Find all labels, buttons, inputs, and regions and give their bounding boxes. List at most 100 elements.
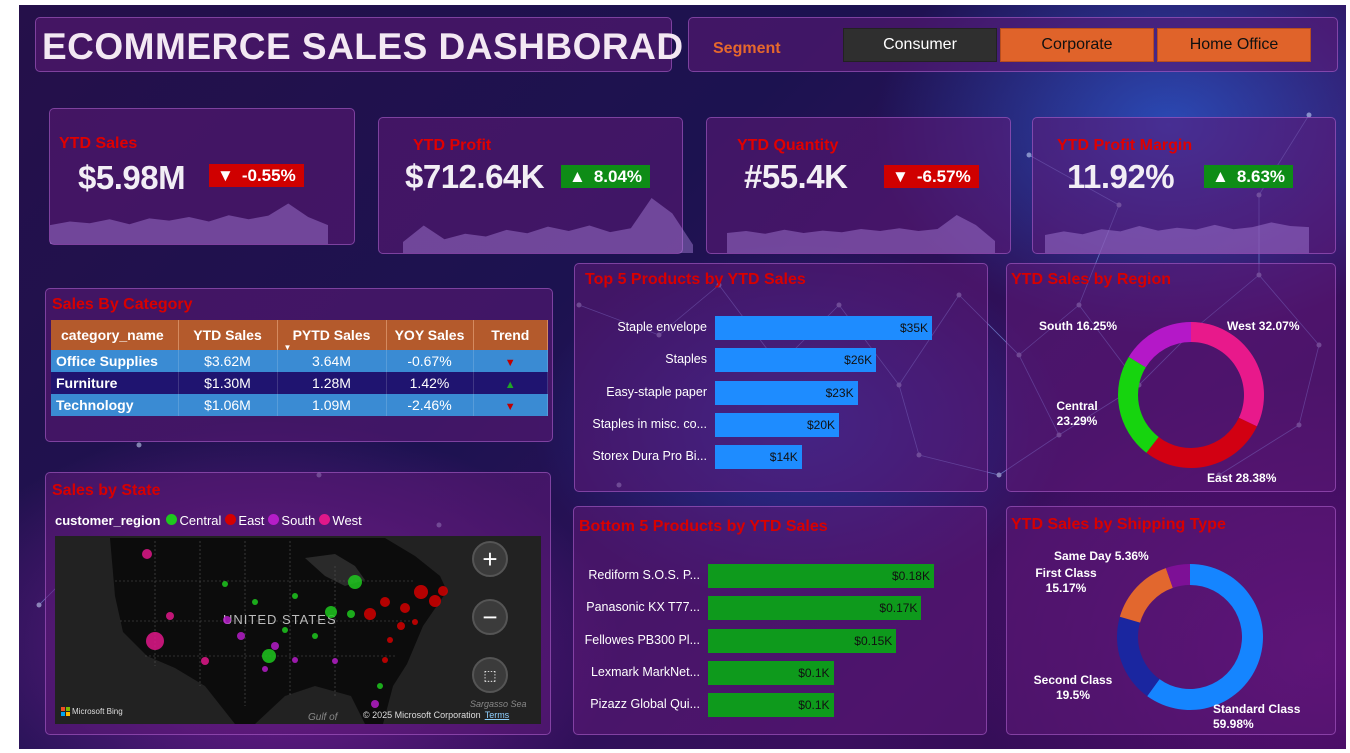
category-table: category_name YTD Sales PYTD Sales ▼ YOY … bbox=[51, 320, 548, 416]
bar-row[interactable]: Pizazz Global Qui... $0.1K bbox=[568, 693, 982, 718]
map-bubble-west[interactable] bbox=[166, 612, 174, 620]
map-bubble-east[interactable] bbox=[412, 619, 418, 625]
microsoft-logo-icon bbox=[61, 707, 70, 716]
kpi-delta-badge: ▲ 8.63% bbox=[1204, 165, 1294, 188]
bar-row[interactable]: Panasonic KX T77... $0.17K bbox=[568, 596, 982, 621]
gulf-label: Gulf of bbox=[308, 712, 339, 723]
bar[interactable]: $20K bbox=[715, 412, 839, 437]
map-bubble-south[interactable] bbox=[371, 700, 379, 708]
map-bubble-east[interactable] bbox=[382, 657, 388, 663]
segment-corporate-button[interactable]: Corporate bbox=[1000, 28, 1154, 62]
column-header[interactable]: category_name bbox=[51, 320, 179, 350]
legend-dot bbox=[166, 514, 178, 525]
top-5-products-panel: Top 5 Products by YTD Sales Staple envel… bbox=[574, 263, 988, 492]
bar-value-label: $0.15K bbox=[854, 633, 893, 648]
legend-item-west[interactable]: West bbox=[319, 513, 362, 528]
bar-row[interactable]: Rediform S.O.S. P... $0.18K bbox=[568, 564, 982, 588]
kpi-delta-value: -0.55% bbox=[241, 165, 296, 185]
map-bubble-east[interactable] bbox=[429, 595, 441, 607]
map-bubble-south[interactable] bbox=[223, 616, 231, 624]
donut-slice-second-class[interactable] bbox=[1117, 616, 1160, 697]
map-bubble-east[interactable] bbox=[380, 597, 390, 607]
select-region-icon: ⬚ bbox=[483, 666, 497, 683]
kpi-value: #55.4K bbox=[744, 158, 848, 195]
segment-consumer-button[interactable]: Consumer bbox=[843, 28, 997, 62]
map-bubble-south[interactable] bbox=[262, 666, 268, 672]
segment-home-office-button[interactable]: Home Office bbox=[1157, 28, 1311, 62]
map-bubble-west[interactable] bbox=[201, 657, 209, 665]
map-bubble-east[interactable] bbox=[387, 637, 393, 643]
table-cell: 1.42% bbox=[386, 372, 474, 394]
terms-link[interactable]: Terms bbox=[485, 710, 510, 720]
kpi-title: YTD Profit Margin bbox=[1057, 137, 1193, 154]
bar-category-label: Rediform S.O.S. P... bbox=[588, 568, 700, 582]
donut-slice-south[interactable] bbox=[1128, 322, 1191, 368]
legend-item-east[interactable]: East bbox=[225, 513, 264, 528]
table-cell: -2.46% bbox=[386, 394, 474, 416]
zoom-out-button[interactable]: − bbox=[472, 599, 508, 635]
kpi-title: YTD Profit bbox=[413, 137, 492, 154]
map-bubble-central[interactable] bbox=[222, 581, 228, 587]
bar-row[interactable]: Staples $26K bbox=[575, 348, 989, 373]
map-bubble-central[interactable] bbox=[252, 599, 258, 605]
column-header-sorted[interactable]: PYTD Sales ▼ bbox=[277, 320, 387, 352]
map-bubble-central[interactable] bbox=[325, 606, 337, 618]
map-bubble-south[interactable] bbox=[332, 658, 338, 664]
map-bubble-east[interactable] bbox=[414, 585, 428, 599]
kpi-value: 11.92% bbox=[1067, 158, 1175, 195]
legend-item-central[interactable]: Central bbox=[166, 513, 221, 528]
bar[interactable]: $0.15K bbox=[708, 628, 897, 653]
donut-slice-east[interactable] bbox=[1146, 417, 1257, 468]
bar-row[interactable]: Staples in misc. co... $20K bbox=[575, 412, 989, 437]
bar[interactable]: $26K bbox=[715, 348, 877, 373]
bar[interactable]: $14K bbox=[715, 445, 802, 470]
kpi-sparkline bbox=[50, 203, 328, 244]
bar-row[interactable]: Fellowes PB300 Pl... $0.15K bbox=[568, 628, 982, 653]
map-copyright: © 2025 Microsoft Corporation Terms bbox=[363, 710, 509, 720]
map-bubble-east[interactable] bbox=[400, 603, 410, 613]
donut-slice-first-class[interactable] bbox=[1119, 568, 1173, 623]
table-row[interactable]: Office Supplies $3.62M 3.64M -0.67% ▼ bbox=[51, 350, 548, 372]
table-cell: 3.64M bbox=[277, 350, 387, 372]
map-bubble-central[interactable] bbox=[347, 610, 355, 618]
bar-row[interactable]: Easy-staple paper $23K bbox=[575, 380, 989, 405]
map-bubble-central[interactable] bbox=[377, 683, 383, 689]
table-cell: 1.09M bbox=[277, 394, 387, 416]
bar[interactable]: $0.1K bbox=[708, 693, 834, 718]
map-bubble-central[interactable] bbox=[262, 649, 276, 663]
map-bubble-central[interactable] bbox=[282, 627, 288, 633]
bar[interactable]: $23K bbox=[715, 380, 858, 405]
us-map[interactable]: UNITED STATES Gulf of Sargasso Sea + − ⬚… bbox=[55, 536, 541, 724]
map-bubble-east[interactable] bbox=[397, 622, 405, 630]
map-bubble-west[interactable] bbox=[146, 632, 164, 650]
bar[interactable]: $0.17K bbox=[708, 596, 922, 621]
zoom-in-button[interactable]: + bbox=[472, 541, 508, 577]
map-bubble-east[interactable] bbox=[438, 586, 448, 596]
column-header[interactable]: Trend bbox=[473, 320, 548, 350]
donut-slice-central[interactable] bbox=[1118, 356, 1159, 453]
bar[interactable]: $0.1K bbox=[708, 660, 834, 685]
sea-label: Sargasso Sea bbox=[470, 699, 527, 709]
select-region-button[interactable]: ⬚ bbox=[472, 657, 508, 693]
kpi-card-ytd-quantity: YTD Quantity #55.4K ▼ -6.57% bbox=[706, 117, 1011, 254]
bar[interactable]: $0.18K bbox=[708, 564, 934, 588]
map-bubble-west[interactable] bbox=[142, 549, 152, 559]
map-bubble-south[interactable] bbox=[271, 642, 279, 650]
map-bubble-central[interactable] bbox=[348, 575, 362, 589]
map-bubble-east[interactable] bbox=[364, 608, 376, 620]
bar[interactable]: $35K bbox=[715, 316, 932, 340]
table-row[interactable]: Furniture $1.30M 1.28M 1.42% ▲ bbox=[51, 372, 548, 394]
bar-row[interactable]: Storex Dura Pro Bi... $14K bbox=[575, 445, 989, 470]
legend-item-south[interactable]: South bbox=[268, 513, 315, 528]
bar-value-label: $23K bbox=[825, 385, 854, 400]
column-header[interactable]: YOY Sales bbox=[386, 320, 474, 350]
table-row[interactable]: Technology $1.06M 1.09M -2.46% ▼ bbox=[51, 394, 548, 416]
bar-row[interactable]: Lexmark MarkNet... $0.1K bbox=[568, 660, 982, 685]
map-bubble-south[interactable] bbox=[292, 657, 298, 663]
map-bubble-central[interactable] bbox=[292, 593, 298, 599]
map-bubble-south[interactable] bbox=[237, 632, 245, 640]
column-header[interactable]: YTD Sales bbox=[178, 320, 278, 350]
bar-row[interactable]: Staple envelope $35K bbox=[575, 316, 989, 340]
donut-slice-west[interactable] bbox=[1191, 322, 1264, 427]
map-bubble-central[interactable] bbox=[312, 633, 318, 639]
